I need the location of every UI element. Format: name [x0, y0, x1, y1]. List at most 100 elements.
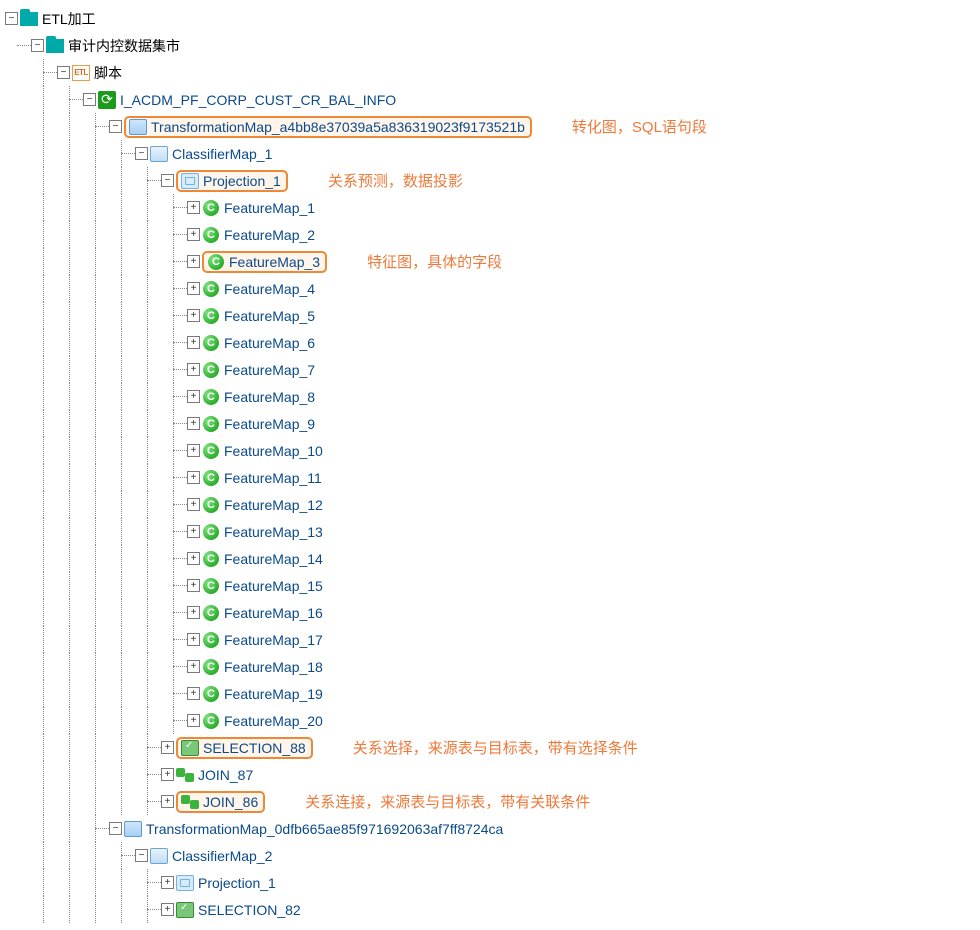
node-proj2[interactable]: Projection_1	[196, 875, 278, 891]
node-feature[interactable]: FeatureMap_1	[222, 200, 317, 216]
expand-toggle[interactable]: +	[187, 228, 200, 241]
collapse-toggle[interactable]: −	[135, 849, 148, 862]
node-feature[interactable]: FeatureMap_17	[222, 632, 325, 648]
feature-map-icon: C	[202, 632, 220, 648]
collapse-toggle[interactable]: −	[31, 39, 44, 52]
node-feature[interactable]: FeatureMap_2	[222, 227, 317, 243]
node-join[interactable]: JOIN_87	[196, 767, 255, 783]
node-feature[interactable]: FeatureMap_8	[222, 389, 317, 405]
node-feature[interactable]: FeatureMap_9	[222, 416, 317, 432]
expand-toggle[interactable]: +	[187, 606, 200, 619]
tree-indent	[57, 221, 83, 248]
expand-toggle[interactable]: +	[187, 633, 200, 646]
node-feature[interactable]: FeatureMap_19	[222, 686, 325, 702]
expand-toggle[interactable]: +	[187, 444, 200, 457]
node-feature[interactable]: FeatureMap_15	[222, 578, 325, 594]
node-feature[interactable]: FeatureMap_13	[222, 524, 325, 540]
expand-toggle[interactable]: +	[187, 714, 200, 727]
node-feature[interactable]: FeatureMap_16	[222, 605, 325, 621]
expand-toggle[interactable]: +	[161, 768, 174, 781]
expand-toggle[interactable]: +	[161, 903, 174, 916]
tree-indent	[5, 59, 31, 86]
node-feature[interactable]: FeatureMap_3	[227, 254, 322, 270]
tree-row: −⟳I_ACDM_PF_CORP_CUST_CR_BAL_INFO	[5, 86, 980, 113]
tree-indent	[57, 761, 83, 788]
feature-map-icon: C	[202, 605, 220, 621]
expand-toggle[interactable]: +	[187, 498, 200, 511]
tree-indent	[109, 680, 135, 707]
expand-toggle[interactable]: +	[161, 741, 174, 754]
tree-indent	[31, 59, 57, 86]
expand-toggle[interactable]: +	[187, 525, 200, 538]
expand-toggle[interactable]: +	[161, 795, 174, 808]
tree-indent	[31, 113, 57, 140]
node-selection[interactable]: SELECTION_82	[196, 902, 303, 918]
tree-indent	[5, 653, 31, 680]
tree-indent	[31, 221, 57, 248]
node-cmap1[interactable]: ClassifierMap_1	[170, 146, 274, 162]
expand-toggle[interactable]: +	[187, 417, 200, 430]
node-feature[interactable]: FeatureMap_20	[222, 713, 325, 729]
expand-toggle[interactable]: +	[161, 876, 174, 889]
node-join[interactable]: JOIN_86	[201, 794, 260, 810]
node-feature[interactable]: FeatureMap_12	[222, 497, 325, 513]
expand-toggle[interactable]: +	[187, 390, 200, 403]
expand-toggle[interactable]: +	[187, 471, 200, 484]
expand-toggle[interactable]: +	[187, 255, 200, 268]
tree-indent	[83, 599, 109, 626]
expand-toggle[interactable]: +	[187, 363, 200, 376]
tree-indent	[57, 518, 83, 545]
tree-indent	[109, 545, 135, 572]
expand-toggle[interactable]: +	[187, 336, 200, 349]
collapse-toggle[interactable]: −	[109, 120, 122, 133]
projection-icon	[176, 875, 194, 891]
node-feature[interactable]: FeatureMap_4	[222, 281, 317, 297]
tree-indent	[57, 113, 83, 140]
node-acdm[interactable]: I_ACDM_PF_CORP_CUST_CR_BAL_INFO	[118, 92, 398, 108]
node-feature[interactable]: FeatureMap_6	[222, 335, 317, 351]
tree-indent	[83, 842, 109, 869]
node-feature[interactable]: FeatureMap_7	[222, 362, 317, 378]
collapse-toggle[interactable]: −	[135, 147, 148, 160]
tree-indent	[135, 167, 161, 194]
node-selection[interactable]: SELECTION_88	[201, 740, 308, 756]
node-audit[interactable]: 审计内控数据集市	[66, 36, 182, 56]
expand-toggle[interactable]: +	[187, 552, 200, 565]
expand-toggle[interactable]: +	[187, 687, 200, 700]
node-etl-root[interactable]: ETL加工	[40, 9, 98, 29]
tree-indent	[83, 518, 109, 545]
node-cmap2[interactable]: ClassifierMap_2	[170, 848, 274, 864]
tree-row: −Projection_1关系预测，数据投影	[5, 167, 980, 194]
collapse-toggle[interactable]: −	[83, 93, 96, 106]
expand-toggle[interactable]: +	[187, 309, 200, 322]
node-feature[interactable]: FeatureMap_10	[222, 443, 325, 459]
tree-indent	[161, 599, 187, 626]
node-feature[interactable]: FeatureMap_14	[222, 551, 325, 567]
classifier-map-icon	[150, 146, 168, 162]
node-tmap2[interactable]: TransformationMap_0dfb665ae85f971692063a…	[144, 821, 505, 837]
node-proj1[interactable]: Projection_1	[201, 173, 283, 189]
expand-toggle[interactable]: +	[187, 282, 200, 295]
node-tmap1[interactable]: TransformationMap_a4bb8e37039a5a83631902…	[149, 119, 527, 135]
tree-row: − ClassifierMap_2	[5, 842, 980, 869]
collapse-toggle[interactable]: −	[5, 12, 18, 25]
tree-indent	[31, 356, 57, 383]
tree-indent	[83, 734, 109, 761]
tree-indent	[161, 626, 187, 653]
node-script[interactable]: 脚本	[92, 63, 124, 83]
collapse-toggle[interactable]: −	[161, 174, 174, 187]
tree-indent	[5, 221, 31, 248]
node-feature[interactable]: FeatureMap_11	[222, 470, 324, 486]
collapse-toggle[interactable]: −	[109, 822, 122, 835]
tree-indent	[161, 707, 187, 734]
tree-row: +CFeatureMap_12	[5, 491, 980, 518]
tree-indent	[83, 437, 109, 464]
tree-row: +CFeatureMap_10	[5, 437, 980, 464]
expand-toggle[interactable]: +	[187, 660, 200, 673]
collapse-toggle[interactable]: −	[57, 66, 70, 79]
node-feature[interactable]: FeatureMap_5	[222, 308, 317, 324]
expand-toggle[interactable]: +	[187, 201, 200, 214]
tree-indent	[161, 464, 187, 491]
node-feature[interactable]: FeatureMap_18	[222, 659, 325, 675]
expand-toggle[interactable]: +	[187, 579, 200, 592]
